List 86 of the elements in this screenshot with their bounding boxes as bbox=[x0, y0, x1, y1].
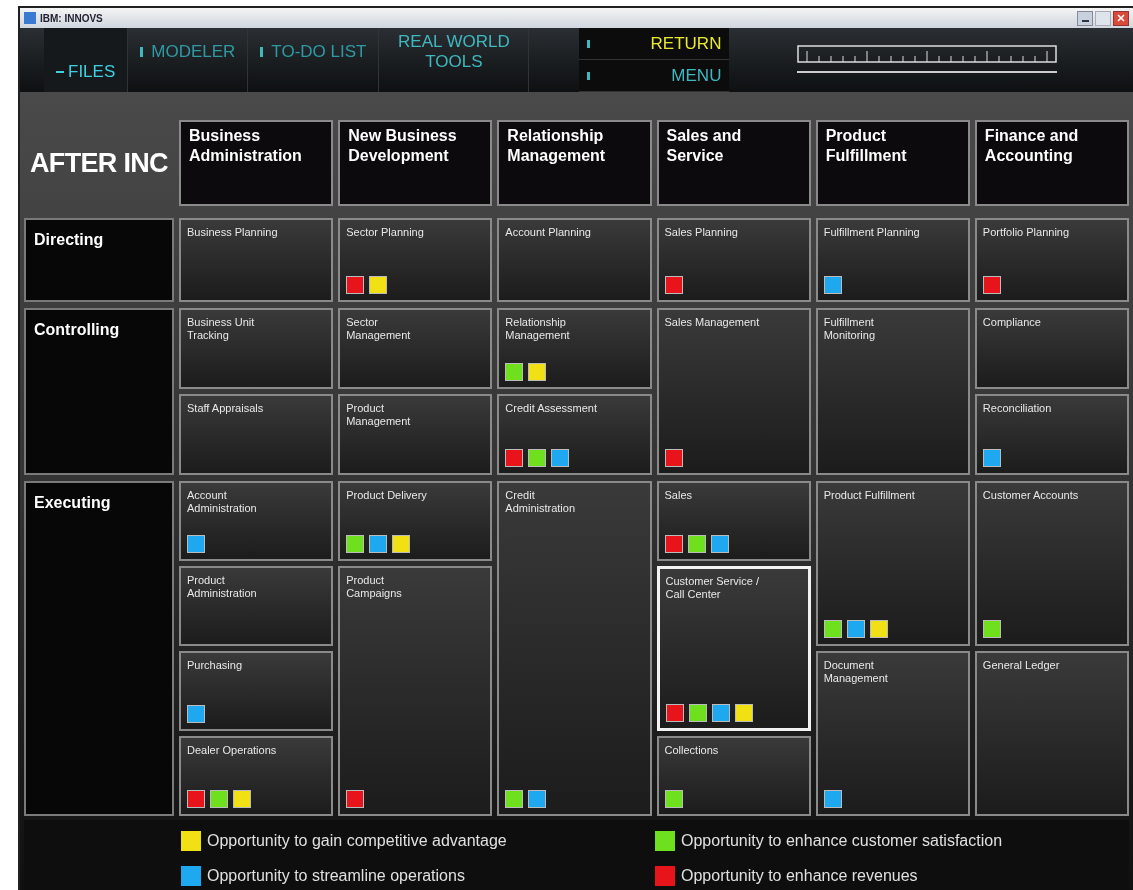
tile-label: Fulfillment Monitoring bbox=[823, 315, 877, 342]
tile-label: Customer Service / Call Center bbox=[665, 575, 761, 602]
tile-label: Account Planning bbox=[505, 226, 592, 239]
column-title: Relationship Management bbox=[507, 126, 607, 166]
tile-label: Collections bbox=[664, 744, 720, 758]
capability-tile[interactable]: Customer Accounts bbox=[974, 481, 1130, 647]
column-title: Sales and Service bbox=[666, 126, 743, 166]
capability-tile[interactable]: Staff Appraisals bbox=[179, 393, 334, 476]
capability-tile[interactable]: Fulfillment Planning bbox=[815, 218, 970, 302]
column-title: New Business Development bbox=[348, 126, 458, 166]
close-button[interactable] bbox=[1113, 10, 1129, 26]
dash-icon bbox=[56, 71, 64, 73]
capability-tile[interactable]: Product Delivery bbox=[338, 481, 493, 562]
capability-tile[interactable]: Product Management bbox=[338, 393, 493, 476]
column-title: Finance and Accounting bbox=[984, 126, 1080, 166]
tile-label: Sector Planning bbox=[346, 226, 425, 239]
menu-link[interactable]: RETURN bbox=[579, 28, 730, 60]
tile-label: Sales Management bbox=[664, 315, 761, 329]
stage-title: Executing bbox=[34, 494, 111, 512]
bar-icon bbox=[140, 47, 144, 57]
window-title: IBM: INNOVS bbox=[40, 11, 103, 26]
capability-tile[interactable]: Credit Administration bbox=[497, 481, 652, 816]
tile-label: Staff Appraisals bbox=[187, 401, 265, 415]
capability-tile[interactable]: Account Administration bbox=[179, 481, 334, 562]
tile-label: Customer Accounts bbox=[982, 489, 1079, 503]
capability-tile[interactable]: Sales Planning bbox=[656, 218, 811, 302]
nav-tab[interactable]: FILES bbox=[44, 28, 129, 92]
capability-tile[interactable]: Sector Management bbox=[338, 307, 493, 389]
capability-tile[interactable]: Fulfillment Monitoring bbox=[815, 307, 970, 476]
tile-label: Reconciliation bbox=[982, 401, 1053, 415]
tile-label: Business Planning bbox=[187, 226, 279, 239]
tile-label: Account Administration bbox=[187, 489, 258, 516]
tile-label: Relationship Management bbox=[505, 315, 571, 342]
tile-label: Portfolio Planning bbox=[982, 226, 1071, 239]
bar-icon bbox=[587, 71, 591, 80]
capability-tile[interactable]: Portfolio Planning bbox=[974, 218, 1130, 302]
capability-tile[interactable]: Business Unit Tracking bbox=[179, 307, 334, 389]
capability-tile[interactable]: Dealer Operations bbox=[179, 736, 334, 816]
capability-tile[interactable]: General Ledger bbox=[974, 651, 1130, 816]
capability-tile[interactable]: Relationship Management bbox=[497, 307, 652, 389]
app-icon bbox=[24, 12, 36, 24]
bar-icon bbox=[587, 39, 591, 48]
stage-title: Directing bbox=[34, 231, 104, 248]
legend-label: Opportunity to streamline operations bbox=[207, 865, 465, 886]
tile-label: Business Unit Tracking bbox=[187, 315, 256, 342]
tile-label: Credit Administration bbox=[505, 489, 577, 516]
capability-tile[interactable]: Document Management bbox=[815, 651, 970, 816]
capability-tile[interactable]: Customer Service / Call Center bbox=[656, 566, 811, 732]
capability-tile[interactable]: Compliance bbox=[974, 307, 1130, 389]
column-title: Business Administration bbox=[189, 126, 303, 166]
legend-label: Opportunity to enhance customer satisfaction bbox=[681, 830, 1003, 851]
capability-tile[interactable]: Product Campaigns bbox=[338, 566, 493, 816]
tile-label: General Ledger bbox=[982, 659, 1061, 673]
tile-label: Sector Management bbox=[346, 315, 412, 342]
tile-label: Product Management bbox=[346, 401, 412, 428]
capability-tile[interactable]: Business Planning bbox=[179, 218, 334, 302]
close-icon bbox=[1117, 14, 1125, 22]
capability-tile[interactable]: Purchasing bbox=[179, 651, 334, 732]
capability-tile[interactable]: Account Planning bbox=[497, 218, 652, 302]
capability-tile[interactable]: Collections bbox=[656, 736, 811, 816]
tile-label: Credit Assessment bbox=[505, 401, 599, 415]
tile-label: Product Campaigns bbox=[346, 574, 403, 601]
tile-label: Product Administration bbox=[187, 574, 258, 601]
capability-tile[interactable]: Sales bbox=[656, 481, 811, 562]
tile-label: Sales bbox=[664, 489, 694, 503]
capability-tile[interactable]: Reconciliation bbox=[974, 393, 1130, 476]
tile-label: Product Fulfillment bbox=[823, 489, 916, 503]
capability-tile[interactable]: Sales Management bbox=[656, 307, 811, 476]
bar-icon bbox=[260, 47, 264, 57]
capability-tile[interactable]: Credit Assessment bbox=[497, 393, 652, 476]
tile-label: Document Management bbox=[823, 659, 889, 686]
tile-label: Compliance bbox=[982, 315, 1042, 329]
capability-tile[interactable]: Product Fulfillment bbox=[815, 481, 970, 647]
column-title: Product Fulfillment bbox=[825, 126, 908, 166]
legend-label: Opportunity to enhance revenues bbox=[681, 865, 918, 886]
stage-title: Controlling bbox=[34, 320, 120, 338]
capability-tile[interactable]: Product Administration bbox=[179, 566, 334, 647]
tile-label: Dealer Operations bbox=[187, 744, 278, 758]
capability-tile[interactable]: Sector Planning bbox=[338, 218, 493, 302]
legend-label: Opportunity to gain competitive advantage bbox=[207, 830, 507, 851]
minimize-button[interactable] bbox=[1077, 10, 1093, 26]
tile-label: Fulfillment Planning bbox=[823, 226, 920, 239]
tile-label: Sales Planning bbox=[664, 226, 739, 239]
company-logo: AFTER INC bbox=[30, 146, 168, 180]
tile-label: Purchasing bbox=[187, 659, 244, 673]
tile-label: Product Delivery bbox=[346, 489, 428, 503]
